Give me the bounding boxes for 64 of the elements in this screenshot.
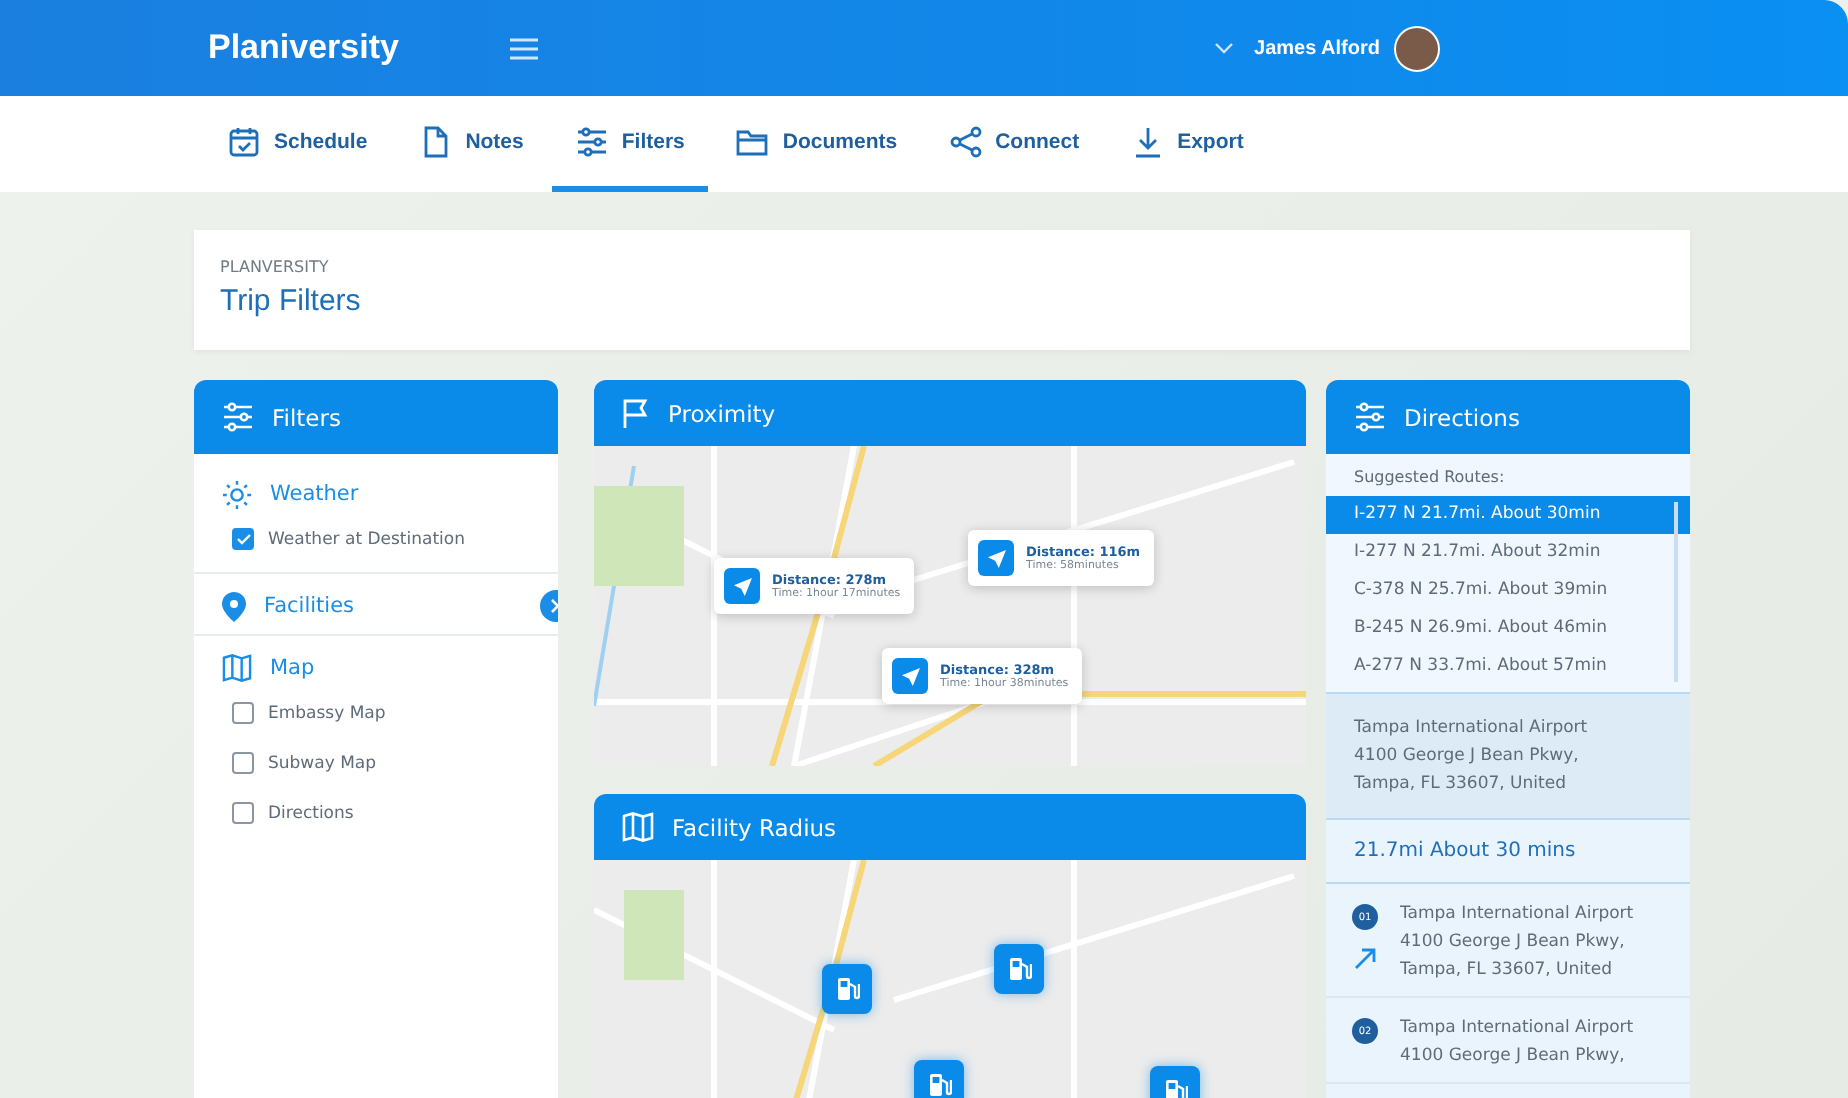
address-line: Tampa International Airport (1400, 902, 1634, 928)
navigation-icon (978, 540, 1014, 576)
user-name[interactable]: James Alford (1254, 37, 1380, 59)
navigation-icon (724, 568, 760, 604)
checkbox[interactable] (232, 702, 254, 724)
page-title: Trip Filters (220, 284, 363, 318)
calendar-icon (228, 125, 260, 157)
avatar[interactable] (1394, 25, 1440, 71)
brand-logo: Planiversity (208, 28, 399, 68)
nav-tab[interactable]: Documents (712, 96, 922, 192)
section-title[interactable]: Map (270, 656, 315, 680)
scrollbar[interactable] (1674, 502, 1678, 682)
checkbox-label: Directions (268, 803, 354, 823)
route-item[interactable]: I-277 N 21.7mi. About 30min (1326, 496, 1690, 534)
route-item[interactable]: I-277 N 21.7mi. About 32min (1326, 534, 1690, 572)
caret-icon[interactable] (1214, 42, 1235, 54)
panel-title: Proximity (668, 399, 776, 427)
breadcrumb: PLANVERSITY (220, 258, 331, 276)
sliders-icon (575, 125, 608, 157)
address-line: 4100 George J Bean Pkwy, (1400, 930, 1627, 956)
checkbox-label: Weather at Destination (268, 529, 466, 549)
folder-icon (736, 125, 769, 157)
sliders-icon (222, 402, 254, 432)
navigation-icon (892, 658, 928, 694)
address-line: 4100 George J Bean Pkwy, (1354, 744, 1581, 770)
nav-tab[interactable]: Connect (925, 96, 1104, 192)
checkbox-label: Embassy Map (268, 703, 386, 723)
route-summary: 21.7mi About 30 mins (1326, 820, 1690, 884)
route-item[interactable]: C-378 N 25.7mi. About 39min (1326, 572, 1690, 610)
map-icon (622, 812, 654, 842)
flag-icon (622, 398, 650, 428)
pin-icon (222, 591, 246, 621)
panel-title: Filters (272, 403, 341, 431)
fuel-pin-icon[interactable] (914, 1060, 964, 1098)
route-item[interactable]: A-277 N 33.7mi. About 57min (1326, 648, 1690, 686)
fuel-pin-icon[interactable] (994, 944, 1044, 994)
checkbox[interactable] (232, 752, 254, 774)
address-line: Tampa, FL 33607, United (1354, 772, 1568, 798)
panel-title: Directions (1404, 403, 1520, 431)
route-item[interactable]: B-245 N 26.9mi. About 46min (1326, 610, 1690, 648)
section-title[interactable]: Facilities (264, 594, 354, 618)
document-icon (419, 125, 452, 157)
nav-tab[interactable]: Notes (395, 96, 548, 192)
arrow-icon (1354, 948, 1376, 970)
address-line: 4100 George J Bean Pkwy, (1400, 1044, 1627, 1070)
checkbox-label: Subway Map (268, 753, 377, 773)
routes-label: Suggested Routes: (1326, 454, 1690, 496)
panel-title: Facility Radius (672, 813, 837, 841)
map-icon (222, 654, 252, 682)
checkbox[interactable] (232, 528, 254, 550)
menu-icon[interactable] (510, 37, 539, 59)
sliders-icon (1354, 402, 1386, 432)
fuel-pin-icon[interactable] (822, 964, 872, 1014)
address-line: Tampa, FL 33607, United (1400, 958, 1614, 984)
checkbox[interactable] (232, 802, 254, 824)
download-icon (1131, 125, 1164, 157)
nav-tab[interactable]: Export (1107, 96, 1268, 192)
nav-tab[interactable]: Filters (551, 96, 709, 192)
section-title[interactable]: Weather (270, 482, 359, 506)
address-line: Tampa International Airport (1354, 716, 1590, 742)
address-line: Tampa International Airport (1400, 1016, 1634, 1042)
sun-icon (222, 479, 252, 509)
share-icon (949, 125, 982, 157)
nav-tab[interactable]: Schedule (204, 96, 392, 192)
